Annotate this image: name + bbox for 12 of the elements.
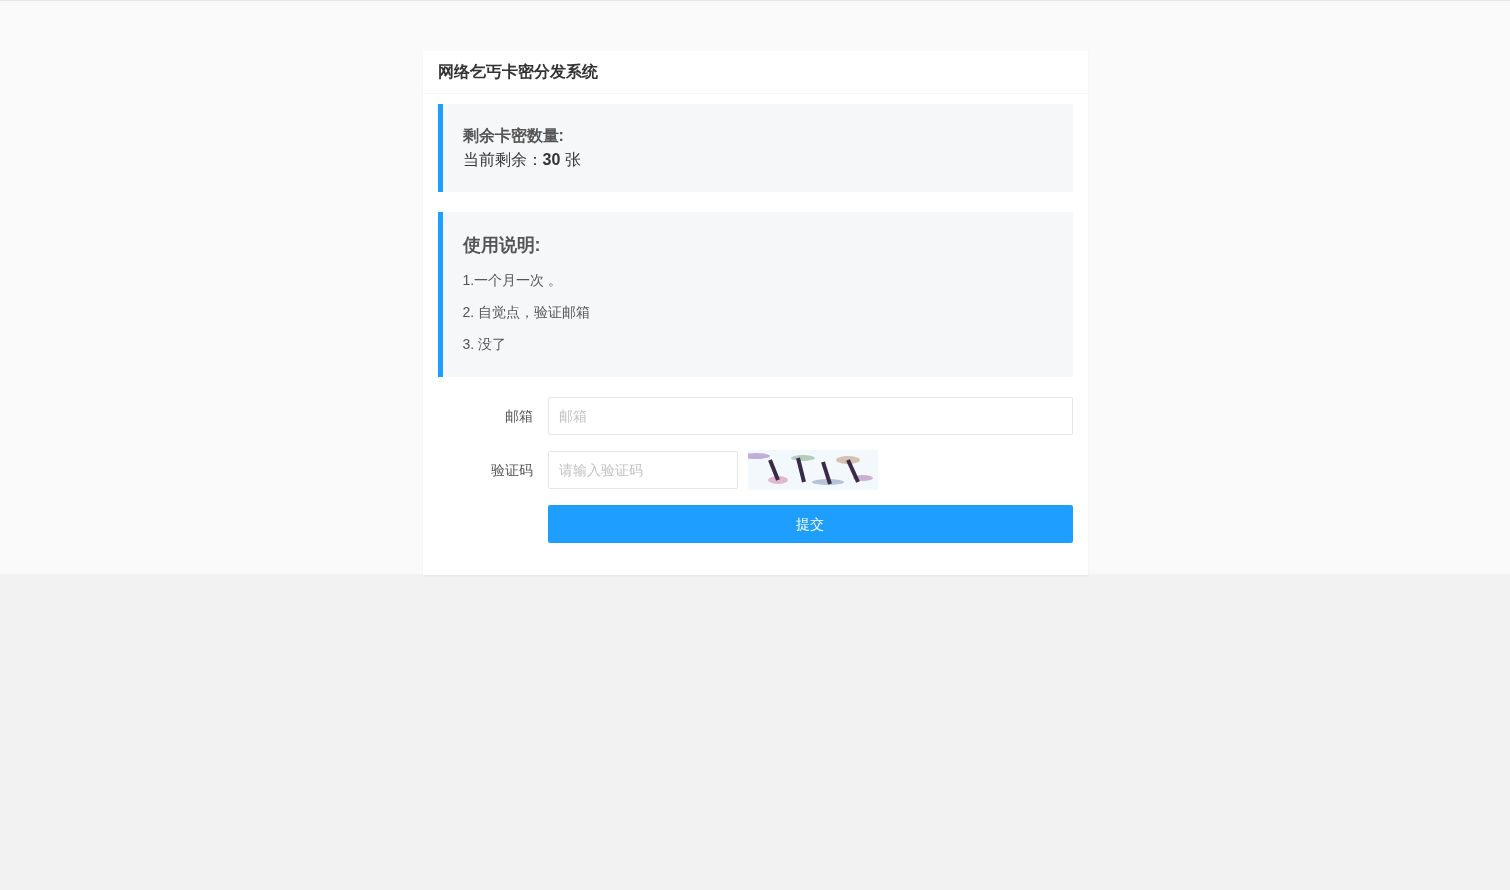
captcha-field[interactable]: 请输入验证码 (547, 451, 738, 489)
card-title: 网络乞丐卡密分发系统 (422, 51, 1088, 94)
stock-heading: 剩余卡密数量: (462, 126, 565, 146)
instruction-item: 3. 没了 (462, 335, 508, 354)
instructions-heading: 使用说明: (462, 234, 542, 257)
stock-count: 当前剩余：30 张 (462, 150, 582, 170)
instruction-item: 2. 自觉点，验证邮箱 (462, 303, 592, 322)
email-field[interactable]: 邮箱 (547, 397, 1073, 435)
field-label: 验证码 (489, 460, 534, 480)
instruction-item: 1.一个月一次 。 (462, 271, 564, 290)
submit-button[interactable]: 提交 (547, 505, 1073, 543)
field-label: 邮箱 (503, 406, 534, 426)
